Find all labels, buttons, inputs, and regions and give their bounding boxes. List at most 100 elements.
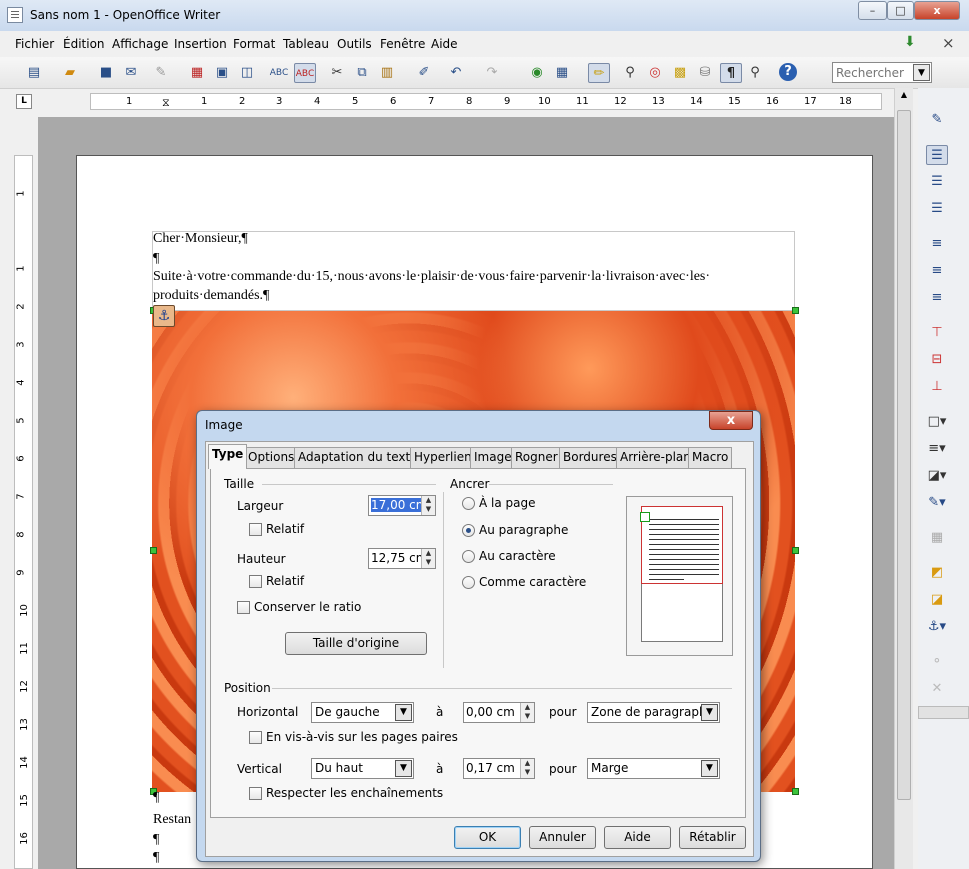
line-style-icon[interactable]: ≡▾ <box>926 439 948 459</box>
search-input[interactable] <box>833 63 913 82</box>
image-resize-handle[interactable] <box>792 788 799 795</box>
horizontal-select[interactable]: De gauche ▼ <box>311 702 414 723</box>
anchor-page-radio[interactable] <box>462 497 475 510</box>
align-left-icon[interactable]: ≡ <box>926 234 948 254</box>
chevron-down-icon[interactable]: ▼ <box>701 760 718 777</box>
image-resize-handle[interactable] <box>150 547 157 554</box>
paste-icon[interactable]: ▥ <box>377 63 397 83</box>
close-document-icon[interactable]: × <box>942 34 955 52</box>
height-input[interactable]: 12,75 cm ▲ ▼ <box>368 548 436 569</box>
tab-stop-selector[interactable]: L <box>16 94 32 109</box>
vertical-scrollbar[interactable]: ▲ <box>894 88 913 869</box>
gallery-icon[interactable]: ▩ <box>670 63 690 83</box>
tab-crop[interactable]: Rogner <box>511 447 562 468</box>
menu-format[interactable]: Format <box>233 37 275 51</box>
navigator-icon[interactable]: ◎ <box>645 63 665 83</box>
formatting-marks-icon[interactable]: ¶ <box>720 63 742 83</box>
send-to-back-icon[interactable]: ◪ <box>926 590 948 610</box>
wrap-through-icon[interactable]: ☰ <box>926 199 948 219</box>
border-color-icon[interactable]: ◪▾ <box>926 466 948 486</box>
image-resize-handle[interactable] <box>792 307 799 314</box>
scroll-up-icon[interactable]: ▲ <box>897 90 911 104</box>
height-spinner-icon[interactable]: ▲ ▼ <box>421 549 435 568</box>
anchor-icon[interactable]: ⚓ <box>153 305 175 327</box>
show-draw-functions-icon[interactable]: ✏ <box>588 63 610 83</box>
clone-formatting-icon[interactable]: ✐ <box>414 63 434 83</box>
open-folder-icon[interactable]: ▰ <box>60 63 80 83</box>
wrap-off-icon[interactable]: ✎ <box>926 110 948 130</box>
menu-fichier[interactable]: Fichier <box>15 37 54 51</box>
menu-aide[interactable]: Aide <box>431 37 458 51</box>
ruler-indent-marker[interactable]: ⧖ <box>162 96 170 110</box>
tab-text-wrap[interactable]: Adaptation du texte <box>294 447 422 468</box>
auto-spellcheck-icon[interactable]: ABC <box>294 63 316 83</box>
export-pdf-icon[interactable]: ▦ <box>187 63 207 83</box>
relative-width-checkbox[interactable] <box>249 523 262 536</box>
align-center-icon[interactable]: ≡ <box>926 261 948 281</box>
tab-type[interactable]: Type <box>208 444 248 469</box>
anchor-char-radio[interactable] <box>462 550 475 563</box>
menu-affichage[interactable]: Affichage <box>112 37 168 51</box>
anchor-sidebar-icon[interactable]: ⚓▾ <box>926 617 948 637</box>
image-resize-handle[interactable] <box>792 547 799 554</box>
search-box[interactable]: ▼ <box>832 62 932 83</box>
align-top-icon[interactable]: ⊤ <box>926 323 948 343</box>
bring-to-front-icon[interactable]: ◩ <box>926 563 948 583</box>
data-sources-icon[interactable]: ⛁ <box>695 63 715 83</box>
document-text-line[interactable]: ¶ <box>153 251 159 267</box>
original-size-button[interactable]: Taille d'origine <box>285 632 427 655</box>
properties-icon[interactable]: ▦ <box>926 528 948 548</box>
mirror-checkbox[interactable] <box>249 731 262 744</box>
document-text-line[interactable]: Suite·à·votre·commande·du·15,·nous·avons… <box>153 269 710 285</box>
help-button[interactable]: Aide <box>604 826 671 849</box>
vertical-select[interactable]: Du haut ▼ <box>311 758 414 779</box>
menu-fenetre[interactable]: Fenêtre <box>380 37 425 51</box>
hyperlink-icon[interactable]: ◉ <box>527 63 547 83</box>
tab-borders[interactable]: Bordures <box>559 447 621 468</box>
width-input[interactable]: 17,00 cm ▲ ▼ <box>368 495 436 516</box>
tab-hyperlink[interactable]: Hyperlien <box>410 447 476 468</box>
horizontal-offset-input[interactable]: 0,00 cm ▲ ▼ <box>463 702 535 723</box>
align-middle-icon[interactable]: ⊟ <box>926 350 948 370</box>
maximize-button[interactable]: □ <box>887 1 914 20</box>
relative-height-checkbox[interactable] <box>249 575 262 588</box>
document-text-line[interactable]: ¶ <box>153 832 159 848</box>
print-preview-icon[interactable]: ◫ <box>237 63 257 83</box>
edit-file-icon[interactable]: ✎ <box>151 63 171 83</box>
menu-tableau[interactable]: Tableau <box>283 37 329 51</box>
align-right-icon[interactable]: ≡ <box>926 288 948 308</box>
vertical-offset-spinner-icon[interactable]: ▲ ▼ <box>520 759 534 778</box>
download-update-icon[interactable]: ⬇ <box>904 34 916 50</box>
menu-edition[interactable]: Édition <box>63 37 105 51</box>
chevron-down-icon[interactable]: ▼ <box>395 760 412 777</box>
zoom-icon[interactable]: ⚲ <box>745 63 765 83</box>
reset-button[interactable]: Rétablir <box>679 826 746 849</box>
keep-ratio-checkbox[interactable] <box>237 601 250 614</box>
search-dropdown-icon[interactable]: ▼ <box>913 64 930 81</box>
window-close-button[interactable]: x <box>914 1 960 20</box>
save-icon[interactable]: ■ <box>96 63 116 83</box>
chevron-down-icon[interactable]: ▼ <box>395 704 412 721</box>
align-bottom-icon[interactable]: ⊥ <box>926 377 948 397</box>
new-document-icon[interactable]: ▤ <box>24 63 44 83</box>
unlink-frames-icon[interactable]: ✕ <box>926 679 948 699</box>
tab-image[interactable]: Image <box>470 447 516 468</box>
tab-background[interactable]: Arrière-plan <box>616 447 695 468</box>
horizontal-relative-select[interactable]: Zone de paragraphe ▼ <box>587 702 720 723</box>
sidebar-scrollbar[interactable] <box>918 706 969 719</box>
email-icon[interactable]: ✉ <box>121 63 141 83</box>
cut-icon[interactable]: ✂ <box>327 63 347 83</box>
table-icon[interactable]: ▦ <box>552 63 572 83</box>
follow-flow-checkbox[interactable] <box>249 787 262 800</box>
vertical-offset-input[interactable]: 0,17 cm ▲ ▼ <box>463 758 535 779</box>
document-text-line[interactable]: Cher·Monsieur,¶ <box>153 231 248 247</box>
width-spinner-icon[interactable]: ▲ ▼ <box>421 496 435 515</box>
copy-icon[interactable]: ⧉ <box>352 63 372 83</box>
menu-outils[interactable]: Outils <box>337 37 372 51</box>
help-icon[interactable]: ? <box>779 63 799 83</box>
document-text-line[interactable]: Restan <box>153 812 191 828</box>
find-replace-icon[interactable]: ⚲ <box>620 63 640 83</box>
wrap-optimal-icon[interactable]: ☰ <box>926 172 948 192</box>
vertical-relative-select[interactable]: Marge ▼ <box>587 758 720 779</box>
horizontal-offset-spinner-icon[interactable]: ▲ ▼ <box>520 703 534 722</box>
